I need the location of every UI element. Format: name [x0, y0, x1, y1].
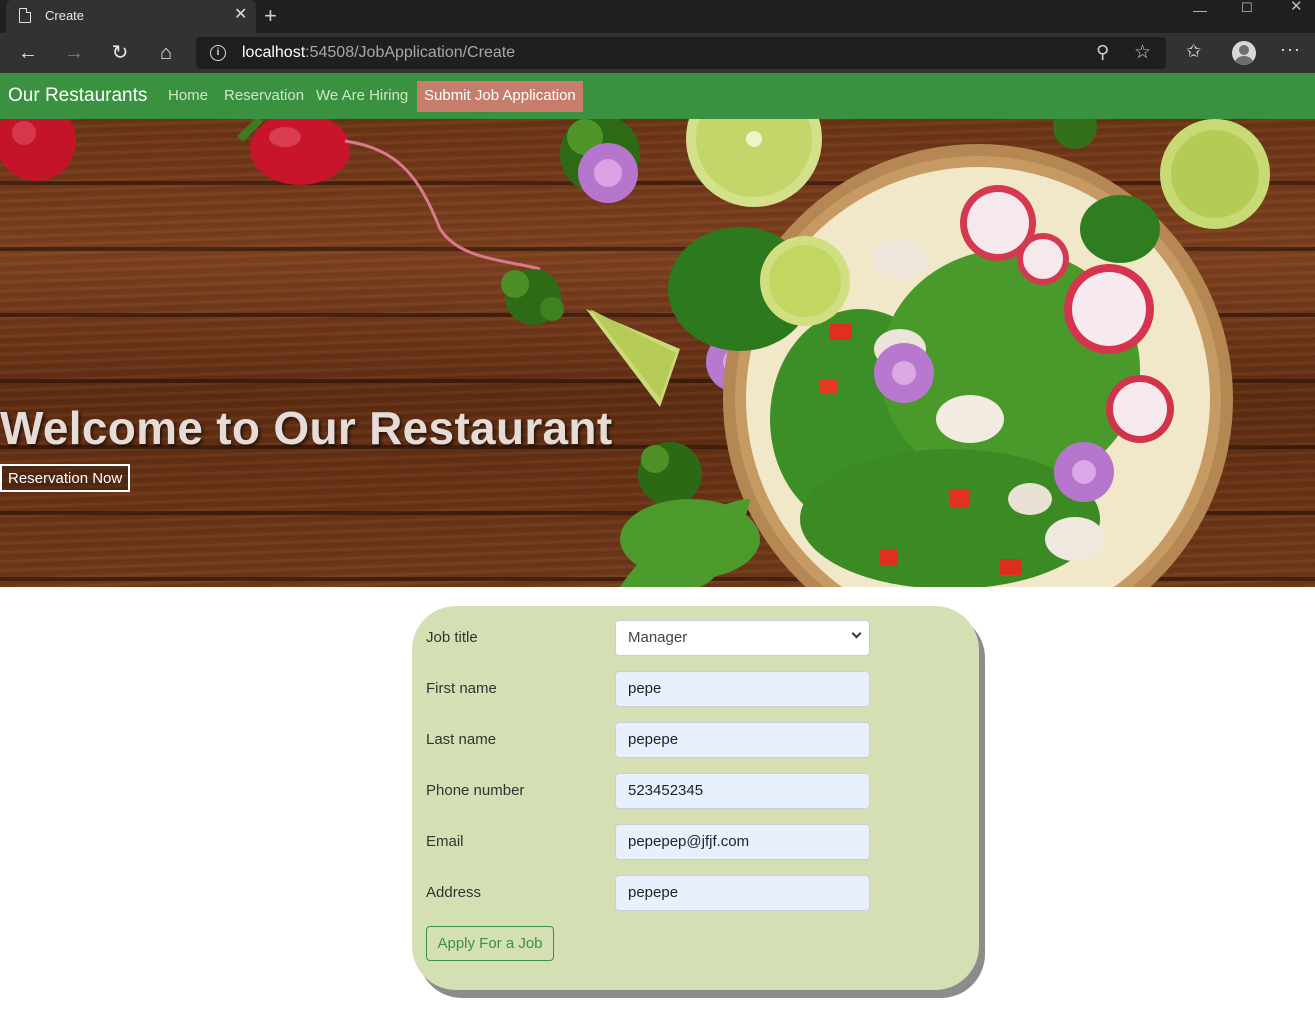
brand-link[interactable]: Our Restaurants	[8, 85, 147, 107]
new-tab-icon[interactable]: +	[264, 3, 277, 29]
zoom-icon[interactable]: ⚲	[1096, 42, 1109, 63]
reservation-now-button[interactable]: Reservation Now	[0, 464, 131, 492]
browser-toolbar: ← → ↻ ⌂ i localhost:54508/JobApplication…	[0, 33, 1315, 73]
minimize-icon[interactable]: —	[1193, 3, 1207, 17]
last-name-label: Last name	[426, 731, 497, 748]
first-name-label: First name	[426, 680, 497, 697]
hero-food-image	[0, 119, 1270, 587]
phone-number-label: Phone number	[426, 782, 525, 799]
url-path: :54508/JobApplication/Create	[305, 44, 516, 61]
hero-title: Welcome to Our Restaurant	[0, 402, 613, 454]
site-navbar: Our Restaurants Home Reservation We Are …	[0, 73, 1315, 119]
hero-banner: Welcome to Our Restaurant Reservation No…	[0, 119, 1315, 587]
refresh-icon[interactable]: ↻	[108, 41, 132, 65]
job-application-form: Job title Manager First name pepe Last n…	[412, 606, 979, 990]
apply-for-a-job-button[interactable]: Apply For a Job	[426, 926, 554, 961]
address-bar[interactable]: i localhost:54508/JobApplication/Create …	[196, 37, 1166, 69]
collections-icon[interactable]: ✩	[1186, 41, 1201, 62]
email-label: Email	[426, 833, 464, 850]
browser-tab[interactable]: Create ✕	[6, 0, 256, 33]
phone-number-input[interactable]: 523452345	[615, 773, 870, 809]
chevron-down-icon	[851, 628, 862, 639]
home-icon[interactable]: ⌂	[154, 41, 178, 65]
first-name-input[interactable]: pepe	[615, 671, 870, 707]
url-host: localhost	[242, 44, 306, 61]
browser-titlebar: Create ✕ + — ☐ ✕	[0, 0, 1315, 33]
forward-icon[interactable]: →	[62, 41, 86, 65]
nav-reservation[interactable]: Reservation	[224, 87, 304, 104]
nav-submit-job-application[interactable]: Submit Job Application	[417, 81, 583, 112]
info-icon[interactable]: i	[210, 45, 226, 61]
tab-title: Create	[45, 8, 85, 23]
window-close-icon[interactable]: ✕	[1290, 0, 1303, 14]
job-title-label: Job title	[426, 629, 478, 646]
more-icon[interactable]: ···	[1280, 39, 1301, 60]
back-icon[interactable]: ←	[16, 41, 40, 65]
address-label: Address	[426, 884, 482, 901]
address-input[interactable]: pepepe	[615, 875, 870, 911]
nav-home[interactable]: Home	[168, 87, 208, 104]
url-text[interactable]: localhost:54508/JobApplication/Create	[242, 44, 515, 62]
close-icon[interactable]: ✕	[234, 6, 247, 24]
page-icon	[19, 7, 32, 23]
job-title-value: Manager	[628, 629, 688, 646]
email-input[interactable]: pepepep@jfjf.com	[615, 824, 870, 860]
favorite-star-icon[interactable]: ☆	[1134, 41, 1151, 64]
job-title-select[interactable]: Manager	[615, 620, 870, 656]
last-name-input[interactable]: pepepe	[615, 722, 870, 758]
nav-we-are-hiring[interactable]: We Are Hiring	[316, 87, 408, 104]
maximize-icon[interactable]: ☐	[1241, 1, 1253, 15]
profile-avatar[interactable]	[1232, 41, 1256, 65]
